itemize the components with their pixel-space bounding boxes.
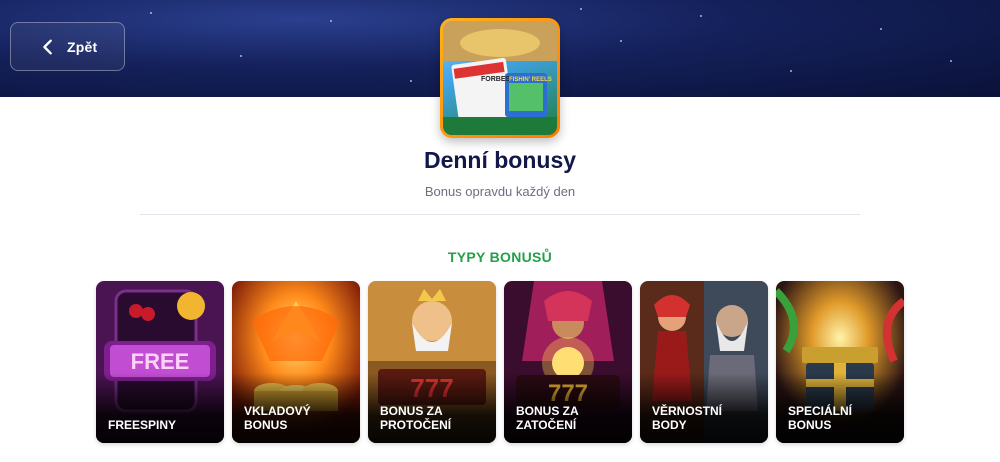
thumbnail-caption: FORBES: [481, 76, 511, 83]
back-label: Zpět: [67, 38, 98, 55]
card-shade: [96, 373, 224, 443]
card-label: BONUS ZA ZATOČENÍ: [516, 404, 579, 432]
card-label: BONUS ZA PROTOČENÍ: [380, 404, 452, 432]
promo-thumbnail: FORBES FISHIN' REELS: [440, 18, 560, 138]
card-vkladovy-bonus[interactable]: VKLADOVÝ BONUS: [232, 281, 360, 443]
card-vernostni-body[interactable]: VĚRNOSTNÍ BODY: [640, 281, 768, 443]
card-label: VKLADOVÝ BONUS: [244, 404, 311, 432]
bonus-type-cards: FREE FREESPINY VKLADOVÝ BONUS BONUS ZA P…: [96, 281, 904, 444]
page-subtitle: Bonus opravdu každý den: [424, 184, 576, 199]
section-heading: TYPY BONUSŮ: [447, 249, 553, 265]
promo-artwork: FORBES FISHIN' REELS: [443, 21, 557, 135]
thumbnail-game: FISHIN' REELS: [509, 77, 552, 83]
chevron-left-icon: [43, 39, 52, 54]
back-button[interactable]: Zpět: [10, 22, 125, 71]
card-label: FREESPINY: [108, 418, 177, 432]
card-specialni-bonus[interactable]: SPECIÁLNÍ BONUS: [776, 281, 904, 443]
card-bonus-za-protoceni[interactable]: 777 BONUS ZA PROTOČENÍ: [368, 281, 496, 443]
card-label: VĚRNOSTNÍ BODY: [652, 404, 723, 432]
card-bonus-za-zatoceni[interactable]: 777 BONUS ZA ZATOČENÍ: [504, 281, 632, 443]
card-freespiny[interactable]: FREE FREESPINY: [96, 281, 224, 443]
divider: [140, 214, 860, 215]
card-label: SPECIÁLNÍ BONUS: [788, 404, 853, 432]
page-title: Denní bonusy: [423, 147, 577, 173]
freespins-badge: FREE: [131, 349, 190, 374]
